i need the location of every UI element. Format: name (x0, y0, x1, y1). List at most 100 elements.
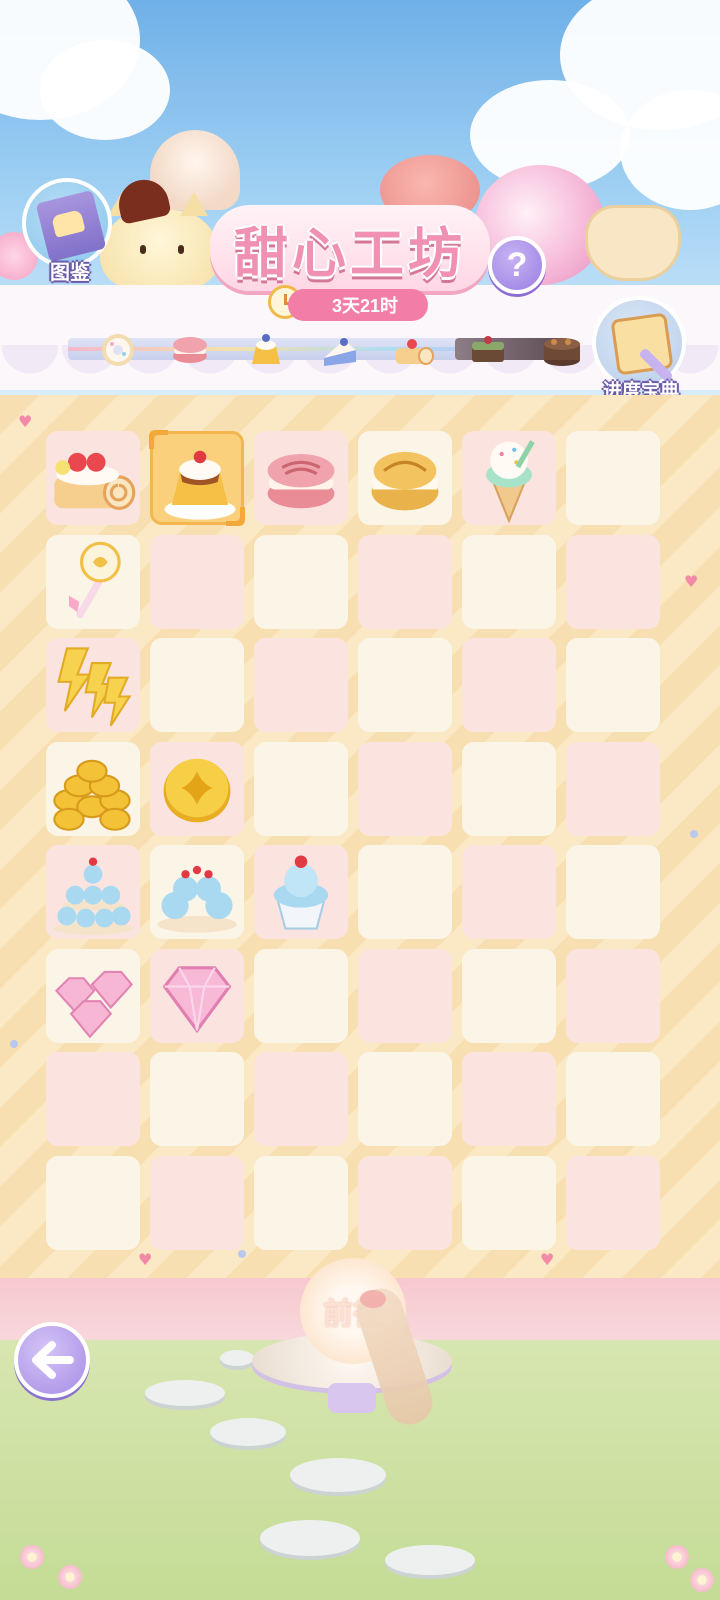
board-cell[interactable] (462, 1156, 556, 1250)
cat-ear (180, 192, 208, 216)
board-cell[interactable] (358, 431, 452, 525)
board-cell[interactable] (358, 1052, 452, 1146)
board-cell[interactable] (46, 845, 140, 939)
board-cell[interactable] (46, 1052, 140, 1146)
stand-stem (328, 1383, 376, 1413)
cat-eye (140, 245, 146, 254)
board-cell[interactable] (254, 431, 348, 525)
board-cell[interactable] (254, 1156, 348, 1250)
board-cell[interactable] (46, 949, 140, 1043)
board-cell[interactable] (46, 431, 140, 525)
board-cell[interactable] (462, 742, 556, 836)
board-cell[interactable] (358, 742, 452, 836)
heart-decoration: ♥ (18, 412, 33, 431)
board-cell[interactable] (566, 535, 660, 629)
board-cell[interactable] (150, 535, 244, 629)
stepping-stone (385, 1545, 475, 1575)
paw-pad (360, 1290, 386, 1308)
board-cell[interactable] (254, 742, 348, 836)
board-cell[interactable] (46, 1156, 140, 1250)
coin-icon[interactable] (150, 742, 244, 836)
board-cell[interactable] (254, 1052, 348, 1146)
flower-decoration (690, 1568, 714, 1592)
stepping-stone (290, 1458, 386, 1492)
donut-icon (96, 330, 140, 370)
board-cell[interactable] (462, 845, 556, 939)
collection-button-bg (22, 178, 112, 268)
board-cell[interactable] (150, 949, 244, 1043)
collection-label: 图鉴 (50, 262, 90, 284)
board-cell[interactable] (150, 1052, 244, 1146)
cat-eye (178, 245, 184, 254)
board-cell[interactable] (358, 845, 452, 939)
page-title: 甜心工坊 (234, 220, 466, 285)
heart-decoration: ♥ (684, 572, 699, 591)
flower-decoration (58, 1565, 82, 1589)
board-cell[interactable] (566, 1052, 660, 1146)
board-cell[interactable] (358, 638, 452, 732)
book-icon (35, 189, 107, 263)
board-cell[interactable] (150, 742, 244, 836)
board-cell[interactable] (150, 638, 244, 732)
board-cell[interactable] (254, 949, 348, 1043)
pudding-icon[interactable] (153, 434, 241, 522)
macaron-icon[interactable] (254, 431, 348, 525)
stepping-stone (260, 1520, 360, 1556)
board-cell[interactable] (150, 1156, 244, 1250)
board-cell[interactable] (150, 845, 244, 939)
cake-slice-icon (318, 330, 362, 370)
gem-icon[interactable] (150, 949, 244, 1043)
dot-decoration (690, 830, 698, 838)
cream-puff-icon[interactable] (358, 431, 452, 525)
board-cell-selected[interactable] (149, 430, 245, 526)
board-cell[interactable] (46, 742, 140, 836)
macaron-icon (168, 330, 212, 370)
board-cell[interactable] (566, 638, 660, 732)
collection-button[interactable]: 图鉴 (20, 178, 112, 288)
board-cell[interactable] (566, 431, 660, 525)
board-cell[interactable] (462, 638, 556, 732)
flower-decoration (665, 1545, 689, 1569)
board-cell[interactable] (566, 845, 660, 939)
cupcake-tower-icon[interactable] (46, 845, 140, 939)
energy-bolts-icon[interactable] (46, 638, 140, 732)
help-button[interactable]: ? (488, 236, 546, 294)
back-button[interactable] (14, 1322, 90, 1398)
cloud (40, 40, 170, 140)
bow-decoration (585, 205, 681, 281)
cupcake-icon[interactable] (254, 845, 348, 939)
roll-cake-icon[interactable] (46, 431, 140, 525)
board-cell[interactable] (566, 949, 660, 1043)
progress-guide-button[interactable]: 进度宝典 (592, 296, 712, 406)
event-timer: 3天21时 (288, 289, 428, 321)
coin-pile-icon[interactable] (46, 742, 140, 836)
board-cell[interactable] (462, 535, 556, 629)
cupcake-plate-icon[interactable] (150, 845, 244, 939)
stepping-stone (220, 1350, 254, 1366)
stepping-stone (145, 1380, 225, 1406)
dot-decoration (10, 1040, 18, 1048)
board-cell[interactable] (254, 638, 348, 732)
merge-board (46, 430, 674, 1276)
flower-decoration (20, 1545, 44, 1569)
event-timer-text: 3天21时 (331, 296, 399, 316)
board-cell[interactable] (46, 638, 140, 732)
board-cell[interactable] (462, 431, 556, 525)
board-cell[interactable] (46, 535, 140, 629)
board-cell[interactable] (358, 535, 452, 629)
board-cell[interactable] (566, 742, 660, 836)
board-cell[interactable] (358, 949, 452, 1043)
gem-pile-icon[interactable] (46, 949, 140, 1043)
wand-icon[interactable] (46, 535, 140, 629)
board-cell[interactable] (566, 1156, 660, 1250)
board-cell[interactable] (358, 1156, 452, 1250)
roll-cake-icon (392, 330, 436, 370)
ice-cream-icon[interactable] (462, 431, 556, 525)
board-cell[interactable] (254, 845, 348, 939)
board-cell[interactable] (462, 1052, 556, 1146)
board-cell[interactable] (462, 949, 556, 1043)
brownie-icon (466, 330, 510, 370)
board-cell[interactable] (254, 535, 348, 629)
pudding-icon (244, 330, 288, 370)
back-arrow-icon (32, 1341, 74, 1379)
